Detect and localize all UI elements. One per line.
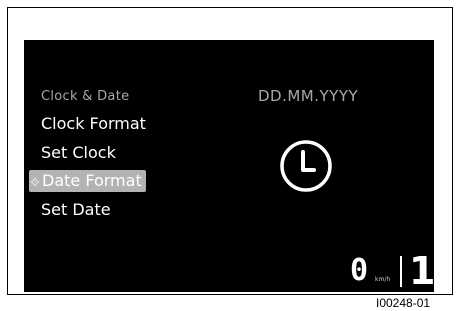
figure-id: I00248-01 bbox=[376, 296, 431, 310]
menu-header: Clock & Date bbox=[41, 89, 130, 104]
gear-indicator: 1 bbox=[409, 249, 436, 293]
menu-item-set-date[interactable]: Set Date bbox=[41, 200, 111, 220]
clock-icon bbox=[280, 140, 332, 192]
dashboard-display: Clock & Date Clock Format Set Clock ⟐ Dat… bbox=[24, 40, 436, 293]
speed-value: 0 bbox=[350, 253, 369, 288]
date-format-value: DD.MM.YYYY bbox=[258, 87, 359, 105]
menu-item-date-format[interactable]: ⟐ Date Format bbox=[29, 170, 146, 192]
divider bbox=[400, 256, 402, 287]
menu-item-label: Date Format bbox=[42, 171, 142, 190]
speed-unit: km/h bbox=[375, 276, 391, 283]
menu-item-set-clock[interactable]: Set Clock bbox=[41, 143, 116, 163]
selection-arrow-icon: ⟐ bbox=[30, 176, 40, 189]
menu-item-clock-format[interactable]: Clock Format bbox=[41, 114, 146, 134]
